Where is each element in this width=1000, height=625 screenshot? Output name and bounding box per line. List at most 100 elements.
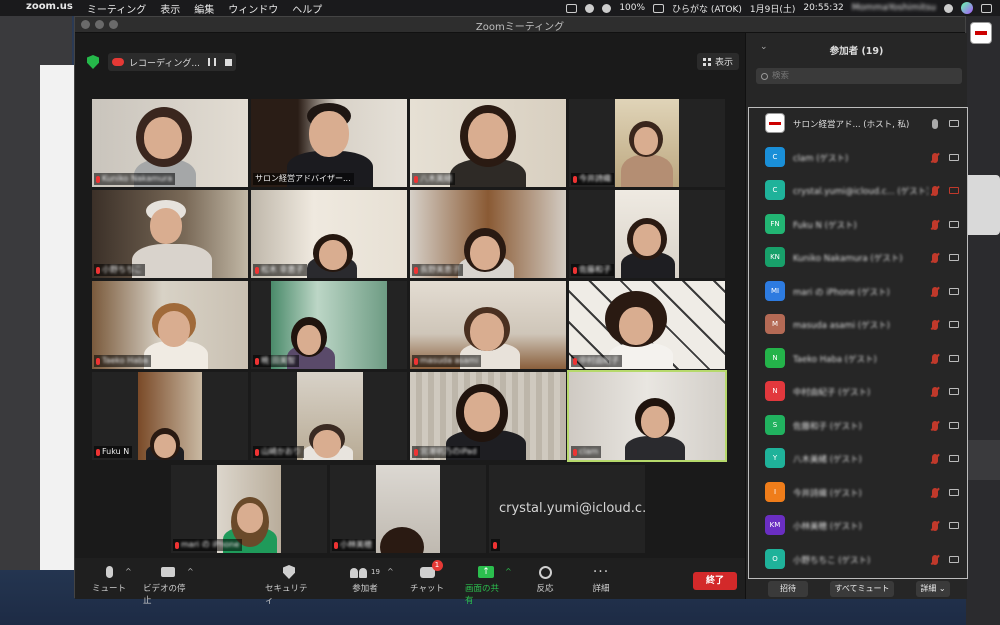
muted-mic-icon[interactable] [932,521,938,531]
menubar-user[interactable]: MommaYoshimitsu [852,3,936,13]
video-camera-icon[interactable] [949,153,959,161]
wifi-icon[interactable] [585,3,595,13]
end-meeting-button[interactable]: 終了 [693,572,737,590]
spotlight-icon[interactable] [944,3,953,13]
reactions-button[interactable]: 反応 [533,562,557,594]
muted-mic-icon[interactable] [932,554,938,565]
video-options-caret-icon[interactable]: ^ [187,567,194,576]
muted-mic-icon[interactable] [932,219,938,230]
video-tile[interactable]: 佐藤和子 [569,190,725,278]
participant-row[interactable]: KN Kuniko Nakamura (ゲスト) [749,242,967,275]
control-center-icon[interactable] [981,3,992,13]
mute-button[interactable]: ミュート [91,562,127,594]
participant-row[interactable]: N Taeko Haba (ゲスト) [749,343,967,376]
chat-button[interactable]: 1 チャット [409,560,445,594]
participant-row[interactable]: Y 八木美緒 (ゲスト) [749,443,967,476]
video-camera-icon[interactable] [949,254,959,261]
muted-mic-icon[interactable] [932,286,938,297]
video-tile[interactable]: 今井詩織 [569,99,725,187]
video-camera-icon[interactable] [949,354,959,362]
video-camera-icon[interactable] [949,522,959,529]
participant-row[interactable]: Cclam (ゲスト) [749,142,967,175]
video-tile[interactable]: 山崎かおり [251,372,407,460]
view-button[interactable]: 表示 [697,53,739,70]
participant-list[interactable]: サロン経営アド... (ホスト, 私) Cclam (ゲスト) Ccrystal.y… [748,107,968,579]
video-tile[interactable]: Kuniko Nakamura [92,99,248,187]
participant-row[interactable]: サロン経営アド... (ホスト, 私) [749,108,967,141]
invite-button[interactable]: 招待 [768,581,808,597]
video-tile[interactable]: masuda asami [410,281,566,369]
video-tile[interactable]: Fuku N [92,372,248,460]
participant-row[interactable]: N 中村由紀子 (ゲスト) [749,376,967,409]
muted-mic-icon[interactable] [932,152,938,163]
video-tile[interactable]: Taeko Haba [92,281,248,369]
participants-options-caret-icon[interactable]: ^ [387,567,394,576]
menu-app-name[interactable]: zoom.us [26,1,73,16]
video-camera-icon[interactable] [949,488,959,496]
participant-search[interactable] [756,68,962,84]
stop-video-button[interactable]: ビデオの停止 [143,562,193,606]
video-camera-icon[interactable] [949,455,959,462]
muted-mic-icon[interactable] [932,420,938,431]
muted-mic-icon[interactable] [932,253,938,263]
menu-view[interactable]: 表示 [160,1,180,16]
menubar-date[interactable]: 1月9日(土) [750,2,795,15]
video-tile[interactable]: 暁 田美智 [251,281,407,369]
participant-row[interactable]: O 小野ちちこ (ゲスト) [749,544,967,577]
share-screen-button[interactable]: ↑ 画面の共有 [465,562,507,606]
battery-icon[interactable] [653,3,665,13]
menu-window[interactable]: ウィンドウ [228,1,278,16]
video-camera-icon[interactable] [949,287,959,295]
video-off-icon[interactable] [949,187,959,194]
video-tile[interactable]: 松木 幸恵子 [251,190,407,278]
muted-mic-icon[interactable] [932,387,938,397]
stop-recording-icon[interactable] [225,58,232,66]
video-tile[interactable]: mari の iPhone [171,465,327,553]
background-app-icon[interactable] [970,22,992,44]
video-tile[interactable]: 小林美穂 [330,465,486,553]
zoom-status-icon[interactable] [566,3,578,13]
participant-row[interactable]: I 今井詩織 (ゲスト) [749,477,967,510]
video-camera-icon[interactable] [949,120,959,127]
volume-icon[interactable] [602,3,612,13]
video-camera-icon[interactable] [949,321,959,328]
siri-icon[interactable] [961,2,973,14]
panel-more-button[interactable]: 詳細 ⌄ [916,581,950,597]
video-tile-no-video[interactable]: crystal.yumi@icloud.c... [489,465,645,553]
video-camera-icon[interactable] [949,421,959,429]
video-tile-active-speaker[interactable]: clam [569,372,725,460]
video-tile[interactable]: 中村由紀子 [569,281,725,369]
participant-row[interactable]: Mmasuda asami (ゲスト) [749,309,967,342]
video-tile[interactable]: サロン経営アドバイザー... [251,99,407,187]
video-camera-icon[interactable] [949,388,959,395]
participant-row[interactable]: KM 小林美穂 (ゲスト) [749,510,967,543]
participant-row[interactable]: Ccrystal.yumi@icloud.c... (ゲスト) [749,175,967,208]
participant-row[interactable]: FN Fuku N (ゲスト) [749,209,967,242]
security-button[interactable]: セキュリティ [265,562,313,606]
pause-recording-icon[interactable] [208,58,216,66]
encryption-shield-icon[interactable] [87,55,99,69]
participant-row[interactable]: S 佐藤和子 (ゲスト) [749,410,967,443]
microphone-icon[interactable] [932,119,938,129]
participant-row[interactable]: MI mari の iPhone (ゲスト) [749,276,967,309]
video-tile[interactable]: 宮澤明乃のiPad [410,372,566,460]
more-button[interactable]: ··· 詳細 [589,562,613,594]
audio-options-caret-icon[interactable]: ^ [125,567,132,576]
video-tile[interactable]: 小野ちちこ [92,190,248,278]
menu-edit[interactable]: 編集 [194,1,214,16]
muted-mic-icon[interactable] [932,353,938,364]
participant-search-input[interactable] [772,71,952,81]
share-options-caret-icon[interactable]: ^ [505,567,512,576]
video-tile[interactable]: 長野美恵子 [410,190,566,278]
video-camera-icon[interactable] [949,220,959,228]
menubar-time[interactable]: 20:55:32 [803,3,843,13]
video-camera-icon[interactable] [949,555,959,563]
participants-button[interactable]: 19 参加者 [345,562,385,594]
muted-mic-icon[interactable] [932,487,938,498]
muted-mic-icon[interactable] [932,186,938,196]
battery-percent[interactable]: 100% [619,3,645,13]
menu-meeting[interactable]: ミーティング [87,1,146,16]
muted-mic-icon[interactable] [932,454,938,464]
mute-all-button[interactable]: すべてミュート [830,581,894,597]
menu-help[interactable]: ヘルプ [292,1,322,16]
